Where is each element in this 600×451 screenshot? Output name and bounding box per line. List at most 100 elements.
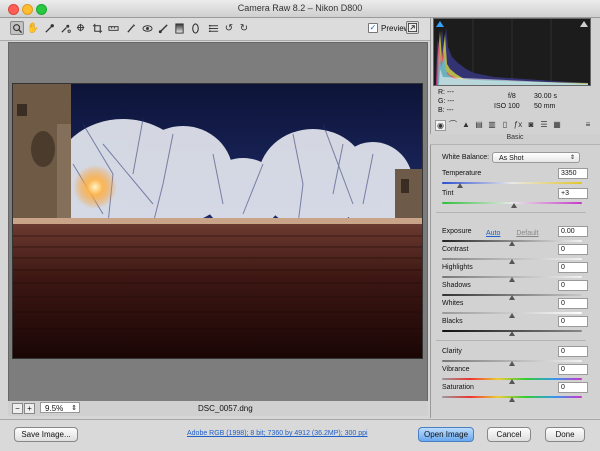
open-image-button[interactable]: Open Image [418,427,474,442]
zoom-in-button[interactable]: + [24,403,35,414]
contrast-label: Contrast [442,246,469,253]
detail-panel-icon[interactable]: ▲ [461,120,471,130]
shadows-input[interactable]: 0 [558,280,588,291]
status-bar: − + 9.5% ⇕ DSC_0057.dng [8,401,428,416]
rotate-cw-icon[interactable]: ↻ [237,21,251,35]
done-button[interactable]: Done [545,427,585,442]
clarity-input[interactable]: 0 [558,346,588,357]
histogram [433,18,591,86]
temperature-slider-knob[interactable] [457,183,463,188]
fullscreen-toggle-icon[interactable] [406,21,419,34]
tint-label: Tint [442,190,454,197]
chevron-updown-icon: ⇕ [71,405,77,412]
zoom-level-select[interactable]: 9.5% ⇕ [40,402,80,413]
panel-title: Basic [430,134,600,145]
effects-panel-icon[interactable]: ƒx [513,120,523,130]
preview-checkbox[interactable]: ✓ [368,23,378,33]
white-balance-value: As Shot [499,155,524,162]
tone-curve-panel-icon[interactable]: ⌒ [448,120,458,130]
bottom-bar: Save Image... Adobe RGB (1998); 8 bit; 7… [0,419,600,451]
divider [436,212,586,213]
panel-tabs: ◉ ⌒ ▲ ▤ ▥ ▯ ƒx ◙ ☰ ▦ ≡ [433,119,599,133]
zoom-tool-icon[interactable] [10,21,24,35]
filename: DSC_0057.dng [198,404,253,413]
graduated-filter-tool-icon[interactable] [172,21,186,35]
cancel-button[interactable]: Cancel [487,427,531,442]
preview-toggle[interactable]: ✓ Preview [368,23,409,33]
rotate-ccw-icon[interactable]: ↺ [222,21,236,35]
vibrance-input[interactable]: 0 [558,364,588,375]
tint-input[interactable]: +3 [558,188,588,199]
r-label: R: [438,89,445,96]
straighten-tool-icon[interactable] [106,21,120,35]
highlights-label: Highlights [442,264,473,271]
default-link[interactable]: Default [516,230,538,237]
basic-panel-icon[interactable]: ◉ [435,120,446,131]
shadows-slider-knob[interactable] [509,295,515,300]
shutter-value: 30.00 s [534,93,557,100]
camera-readout: R: --- G: --- B: --- f/8 30.00 s ISO 100… [438,89,588,117]
highlights-slider-knob[interactable] [509,277,515,282]
white-balance-select[interactable]: As Shot ⇕ [492,152,580,163]
blacks-label: Blacks [442,318,463,325]
auto-default-links: Auto Default [486,230,539,237]
exposure-input[interactable]: 0.00 [558,226,588,237]
white-balance-tool-icon[interactable] [42,21,56,35]
whites-input[interactable]: 0 [558,298,588,309]
exposure-label: Exposure [442,228,472,235]
blacks-input[interactable]: 0 [558,316,588,327]
shadows-label: Shadows [442,282,471,289]
g-value: --- [447,98,455,105]
whites-label: Whites [442,300,464,307]
whites-slider-knob[interactable] [509,313,515,318]
g-label: G: [438,98,446,105]
hsl-panel-icon[interactable]: ▤ [474,120,484,130]
vibrance-slider-knob[interactable] [509,379,515,384]
temperature-label: Temperature [442,170,482,177]
white-balance-label: White Balance: [442,154,490,161]
saturation-label: Saturation [442,384,474,391]
split-toning-panel-icon[interactable]: ▥ [487,120,497,130]
preferences-icon[interactable] [206,21,220,35]
workflow-options-link[interactable]: Adobe RGB (1998); 8 bit; 7360 by 4912 (3… [187,430,368,437]
r-value: --- [446,89,454,96]
aperture-value: f/8 [508,93,516,100]
blacks-slider-knob[interactable] [509,331,515,336]
title-bar: Camera Raw 8.2 – Nikon D800 [0,0,600,18]
lens-corrections-panel-icon[interactable]: ▯ [500,120,510,130]
focal-length-value: 50 mm [534,103,556,110]
b-value: --- [446,107,454,114]
basic-controls: White Balance: As Shot ⇕ Temperature 335… [430,146,590,410]
saturation-input[interactable]: 0 [558,382,588,393]
highlights-input[interactable]: 0 [558,262,588,273]
tint-slider-knob[interactable] [511,203,517,208]
chevron-updown-icon: ⇕ [569,155,575,161]
temperature-slider[interactable] [442,182,582,184]
spot-removal-tool-icon[interactable] [124,21,138,35]
red-eye-tool-icon[interactable] [140,21,154,35]
presets-panel-icon[interactable]: ☰ [539,120,549,130]
iso-value: ISO 100 [494,103,520,110]
adjustment-brush-tool-icon[interactable] [156,21,170,35]
radial-filter-tool-icon[interactable] [188,21,202,35]
save-image-button[interactable]: Save Image... [14,427,78,442]
contrast-input[interactable]: 0 [558,244,588,255]
temperature-input[interactable]: 3350 [558,168,588,179]
clarity-slider-knob[interactable] [509,361,515,366]
clarity-label: Clarity [442,348,462,355]
targeted-adjustment-tool-icon[interactable] [74,21,88,35]
crop-tool-icon[interactable] [90,21,104,35]
auto-link[interactable]: Auto [486,230,500,237]
camera-calibration-panel-icon[interactable]: ◙ [526,120,536,130]
color-sampler-tool-icon[interactable] [58,21,72,35]
zoom-out-button[interactable]: − [12,403,23,414]
exposure-slider-knob[interactable] [509,241,515,246]
b-label: B: [438,107,445,114]
contrast-slider-knob[interactable] [509,259,515,264]
saturation-slider-knob[interactable] [509,397,515,402]
panel-menu-icon[interactable]: ≡ [583,120,593,130]
snapshots-panel-icon[interactable]: ▦ [552,120,562,130]
hand-tool-icon[interactable]: ✋ [26,21,40,35]
divider [436,340,586,341]
preview-image[interactable] [12,83,423,359]
